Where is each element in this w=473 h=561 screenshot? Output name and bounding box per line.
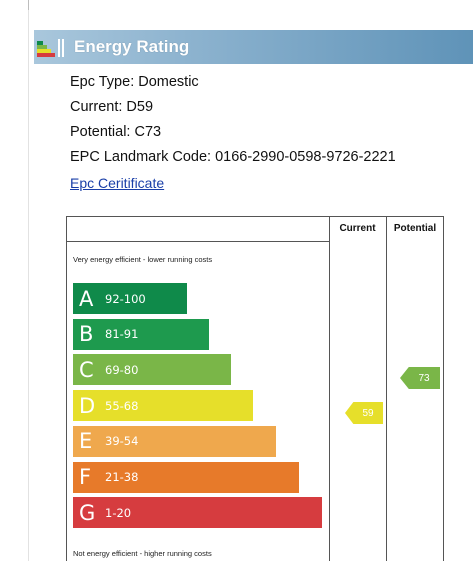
potential-rating-value: 73 (418, 372, 430, 384)
rating-band-e: E 39-54 (73, 425, 276, 457)
band-letter: B (79, 322, 94, 347)
column-divider (386, 217, 387, 561)
panel-title: Energy Rating (74, 37, 190, 56)
landmark-code: EPC Landmark Code: 0166-2990-0598-9726-2… (70, 149, 396, 165)
band-range: 69-80 (105, 362, 139, 377)
current-rating-value: 59 (362, 407, 374, 419)
panel-header: Energy Rating (34, 30, 473, 64)
band-range: 21-38 (105, 470, 139, 484)
top-tick (28, 0, 29, 10)
band-range: 81-91 (105, 327, 139, 342)
epc-certificate-link[interactable]: Epc Ceritificate (70, 175, 164, 191)
rating-band-a: A 92-100 (73, 283, 187, 314)
current-rating: Current: D59 (70, 99, 154, 115)
potential-column-header: Potential (393, 223, 437, 234)
band-letter: D (79, 393, 96, 418)
epc-type: Epc Type: Domestic (70, 74, 199, 90)
rating-band-g: G 1-20 (73, 497, 322, 529)
current-column-header: Current (339, 223, 376, 234)
energy-rating-chart: Current Potential Very energy efficient … (66, 216, 444, 561)
left-divider (28, 0, 29, 561)
rating-band-d: D 55-68 (73, 390, 253, 422)
rating-band-b: B 81-91 (73, 318, 209, 350)
top-caption: Very energy efficient - lower running co… (73, 255, 213, 264)
band-range: 92-100 (105, 291, 146, 306)
rating-band-c: C 69-80 (73, 354, 231, 386)
bottom-caption: Not energy efficient - higher running co… (73, 549, 212, 558)
rating-band-f: F 21-38 (73, 461, 299, 493)
band-letter: E (79, 429, 93, 454)
column-divider (329, 217, 330, 561)
band-range: 1-20 (105, 505, 132, 520)
potential-rating-pointer: 73 (400, 367, 440, 389)
energy-rating-icon (34, 30, 68, 64)
band-letter: C (79, 357, 94, 382)
band-letter: G (79, 500, 96, 525)
potential-rating: Potential: C73 (70, 124, 162, 140)
header-rule (67, 241, 329, 242)
band-letter: F (79, 465, 92, 489)
band-range: 55-68 (105, 398, 139, 413)
current-rating-pointer: 59 (345, 402, 383, 424)
band-letter: A (79, 286, 94, 311)
band-range: 39-54 (105, 434, 139, 449)
